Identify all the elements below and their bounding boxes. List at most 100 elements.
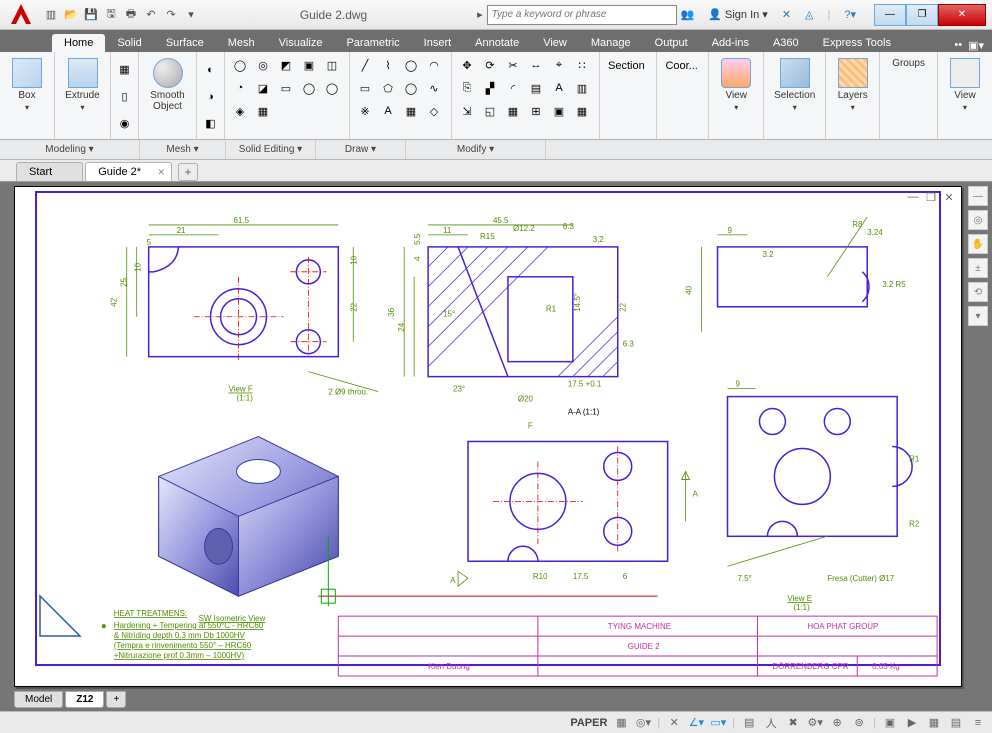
minimize-button[interactable]: —	[874, 4, 906, 26]
help-icon[interactable]: ?▾	[840, 5, 860, 25]
model-tab[interactable]: Model	[14, 691, 63, 708]
tab-express[interactable]: Express Tools	[811, 34, 903, 52]
intersect-icon[interactable]: ◩	[277, 56, 295, 74]
rotate-icon[interactable]: ⟳	[481, 56, 499, 74]
m6-icon[interactable]: ∷	[573, 56, 591, 74]
extrude-button[interactable]: Extrude▾	[59, 56, 105, 114]
qat-saveas-icon[interactable]: 🖫	[102, 6, 120, 24]
tab-view[interactable]: View	[531, 34, 579, 52]
m11-icon[interactable]: A	[550, 79, 568, 97]
poly-icon[interactable]: ⬠	[379, 79, 397, 97]
exchange-icon[interactable]: ✕	[778, 5, 795, 25]
m18-icon[interactable]: ▦	[573, 102, 591, 120]
iso-icon[interactable]: ▶	[904, 715, 920, 731]
orbit-icon[interactable]: ⟲	[968, 282, 988, 302]
filetab-close-icon[interactable]: ✕	[158, 167, 166, 178]
layout-tab[interactable]: Z12	[65, 691, 104, 708]
ellipse-icon[interactable]: ◯	[402, 79, 420, 97]
new-layout-button[interactable]: +	[106, 691, 126, 708]
tab-addins[interactable]: Add-ins	[700, 34, 761, 52]
line-icon[interactable]: ╱	[356, 56, 374, 74]
polysolid-icon[interactable]: ▦	[116, 61, 134, 79]
polar-icon[interactable]: ✕	[666, 715, 682, 731]
section-button[interactable]: Section	[606, 56, 647, 76]
maximize-button[interactable]: ❐	[906, 4, 938, 26]
signin-button[interactable]: 👤Sign In▾	[704, 5, 771, 25]
m4-icon[interactable]: ↔	[527, 56, 545, 74]
m12-icon[interactable]: ▥	[573, 79, 591, 97]
qat-print-icon[interactable]: 🖶	[122, 6, 140, 24]
panel-solidedit[interactable]: Solid Editing ▾	[226, 140, 316, 159]
filetab-start[interactable]: Start	[16, 162, 83, 181]
tab-surface[interactable]: Surface	[154, 34, 216, 52]
circle-icon[interactable]: ◯	[402, 56, 420, 74]
anno-scale-icon[interactable]: ⚙▾	[807, 715, 823, 731]
ribbon-min-icon[interactable]: ▣▾	[968, 39, 984, 52]
cust-icon[interactable]: ▤	[948, 715, 964, 731]
search-play-icon[interactable]: ▸	[477, 8, 487, 21]
infocenter-icon[interactable]: 👥	[677, 5, 699, 25]
tab-output[interactable]: Output	[643, 34, 700, 52]
smooth-button[interactable]: Smooth Object	[144, 56, 190, 114]
filetab-current[interactable]: Guide 2*✕	[85, 162, 172, 181]
array-icon[interactable]: ▦	[504, 102, 522, 120]
move-icon[interactable]: ✥	[458, 56, 476, 74]
panel-draw[interactable]: Draw ▾	[316, 140, 406, 159]
m5-icon[interactable]: ⌖	[550, 56, 568, 74]
vp-close-icon[interactable]: ✕	[941, 189, 957, 205]
arc-icon[interactable]: ◠	[425, 56, 443, 74]
new-filetab-button[interactable]: +	[178, 163, 198, 181]
help-search-input[interactable]	[487, 5, 677, 25]
spline-icon[interactable]: ∿	[425, 79, 443, 97]
snap-icon[interactable]: ◎▾	[635, 715, 651, 731]
rect-icon[interactable]: ▭	[356, 79, 374, 97]
selection-button[interactable]: Selection▾	[768, 56, 821, 114]
vp-max-icon[interactable]: ❐	[923, 189, 939, 205]
tab-home[interactable]: Home	[52, 34, 105, 52]
layers-button[interactable]: Layers▾	[832, 56, 874, 114]
ribbon-more-icon[interactable]: ••	[954, 39, 962, 52]
m17-icon[interactable]: ▣	[550, 102, 568, 120]
d10-icon[interactable]: A	[379, 102, 397, 120]
qat-open-icon[interactable]: 📂	[62, 6, 80, 24]
grid-icon[interactable]: ▦	[613, 715, 629, 731]
subtract-icon[interactable]: ◎	[254, 56, 272, 74]
box-button[interactable]: Box▾	[6, 56, 48, 114]
trim-icon[interactable]: ✂	[504, 56, 522, 74]
se9-icon[interactable]: ◯	[300, 79, 318, 97]
qp-icon[interactable]: ✖	[785, 715, 801, 731]
qat-save-icon[interactable]: 💾	[82, 6, 100, 24]
tab-annotate[interactable]: Annotate	[463, 34, 531, 52]
se12-icon[interactable]: ▦	[254, 102, 272, 120]
tab-parametric[interactable]: Parametric	[334, 34, 411, 52]
a360-icon[interactable]: ◬	[801, 5, 817, 25]
hw-accel-icon[interactable]: ▣	[882, 715, 898, 731]
view2-button[interactable]: View▾	[944, 56, 986, 114]
presspull-icon[interactable]: ▯	[116, 88, 134, 106]
tab-insert[interactable]: Insert	[412, 34, 464, 52]
view-button[interactable]: View▾	[715, 56, 757, 114]
meshopt1-icon[interactable]: ◐	[202, 61, 220, 79]
paper-sheet[interactable]: 61.5 21 42 25 22 10 5 10 2 Ø9 throu. Vie…	[14, 186, 962, 687]
space-toggle[interactable]: PAPER	[570, 717, 607, 729]
se5-icon[interactable]: ◫	[323, 56, 341, 74]
panel-mesh[interactable]: Mesh ▾	[140, 140, 226, 159]
tpy-icon[interactable]: 人	[763, 715, 779, 731]
tab-solid[interactable]: Solid	[105, 34, 153, 52]
revolve-icon[interactable]: ◉	[116, 115, 134, 133]
panel-modeling[interactable]: Modeling ▾	[0, 140, 140, 159]
zoom-icon[interactable]: ±	[968, 258, 988, 278]
m16-icon[interactable]: ⊞	[527, 102, 545, 120]
tab-visualize[interactable]: Visualize	[267, 34, 335, 52]
coord-button[interactable]: Coor...	[663, 56, 699, 76]
menu-icon[interactable]: ≡	[970, 715, 986, 731]
se8-icon[interactable]: ▭	[277, 79, 295, 97]
app-logo[interactable]	[4, 1, 38, 29]
d12-icon[interactable]: ◇	[425, 102, 443, 120]
osnap-icon[interactable]: ∠▾	[688, 715, 704, 731]
m10-icon[interactable]: ▤	[527, 79, 545, 97]
meshopt2-icon[interactable]: ◑	[202, 88, 220, 106]
groups-button[interactable]: Groups	[886, 56, 931, 71]
lwt-icon[interactable]: ▤	[741, 715, 757, 731]
otrack-icon[interactable]: ▭▾	[710, 715, 726, 731]
